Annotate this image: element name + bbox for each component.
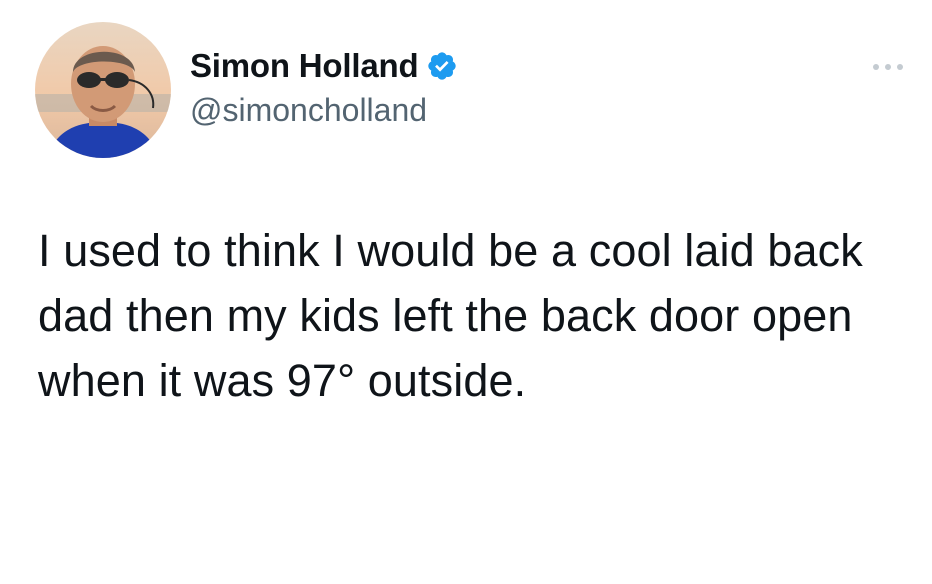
author-avatar[interactable] — [35, 22, 171, 158]
author-handle[interactable]: @simoncholland — [190, 92, 458, 129]
tweet-card[interactable]: Simon Holland @simoncholland I used to t… — [0, 0, 932, 584]
tweet-text: I used to think I would be a cool laid b… — [38, 225, 863, 406]
profile-photo — [35, 22, 171, 158]
more-options-icon[interactable] — [870, 55, 906, 79]
author-info: Simon Holland @simoncholland — [190, 44, 458, 129]
author-display-name[interactable]: Simon Holland — [190, 47, 419, 85]
verified-badge-icon — [426, 50, 458, 82]
name-row: Simon Holland — [190, 44, 458, 88]
